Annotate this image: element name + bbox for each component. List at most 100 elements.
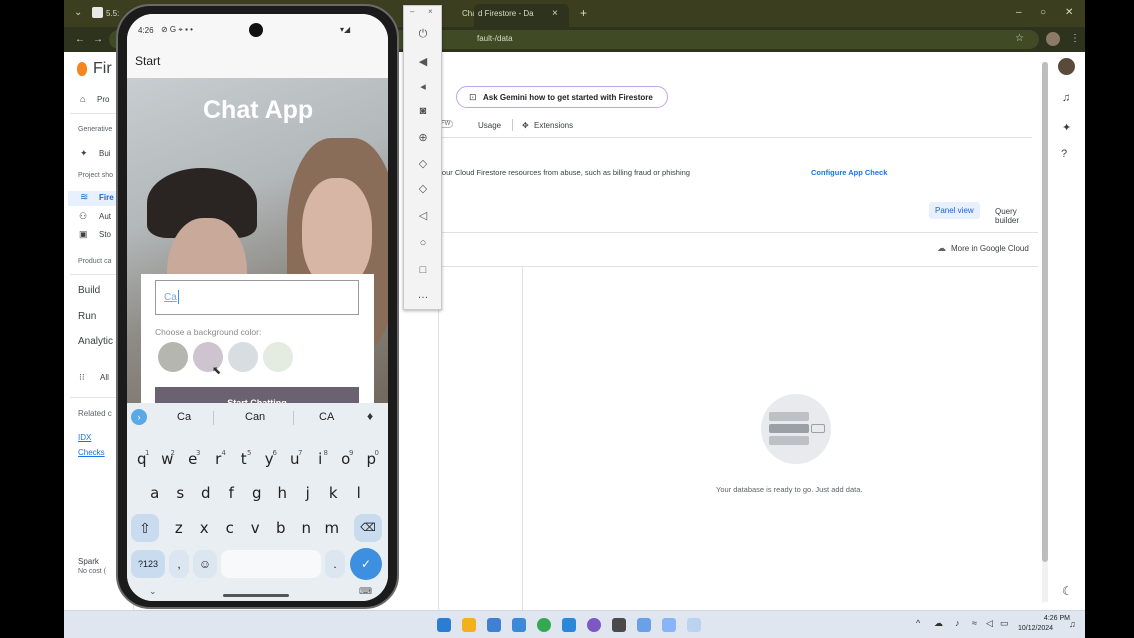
key-u[interactable]: u7 bbox=[283, 446, 307, 472]
notes-app-icon[interactable] bbox=[512, 618, 526, 632]
tab-extensions[interactable]: Extensions bbox=[534, 121, 573, 130]
scrollbar-track[interactable] bbox=[1042, 62, 1048, 602]
key-x[interactable]: x bbox=[193, 515, 217, 541]
home-icon[interactable]: ○ bbox=[414, 235, 432, 251]
key-v[interactable]: v bbox=[244, 515, 268, 541]
suggestion-2[interactable]: Can bbox=[245, 411, 265, 423]
suggestion-1[interactable]: Ca bbox=[177, 411, 191, 423]
enter-key[interactable]: ✓ bbox=[350, 548, 382, 580]
key-w[interactable]: w2 bbox=[156, 446, 180, 472]
volume-up-icon[interactable]: ◀ bbox=[414, 54, 432, 70]
overview-icon[interactable]: □ bbox=[414, 262, 432, 278]
terminal-icon[interactable] bbox=[612, 618, 626, 632]
wifi-icon[interactable]: ≈ bbox=[972, 618, 977, 628]
tab-close-icon[interactable]: × bbox=[552, 8, 558, 19]
chrome-icon[interactable] bbox=[537, 618, 551, 632]
key-j[interactable]: j bbox=[296, 480, 320, 506]
key-o[interactable]: o9 bbox=[334, 446, 358, 472]
name-input[interactable]: Ca bbox=[155, 280, 359, 315]
numbers-key[interactable]: ?123 bbox=[131, 550, 165, 578]
query-builder-button[interactable]: Query builder bbox=[995, 207, 1038, 225]
tab-left-title[interactable]: 5.5: bbox=[106, 9, 119, 18]
maximize-icon[interactable]: ○ bbox=[1040, 8, 1046, 18]
keyboard-switch-icon[interactable]: ⌨ bbox=[359, 586, 372, 597]
bookmark-star-icon[interactable]: ☆ bbox=[1015, 34, 1024, 44]
tab-search-icon[interactable]: ⌄ bbox=[74, 8, 82, 18]
gesture-nav-handle[interactable] bbox=[223, 594, 289, 597]
back-icon[interactable]: ◁ bbox=[414, 208, 432, 224]
configure-app-check-link[interactable]: Configure App Check bbox=[811, 168, 887, 177]
android-studio-icon[interactable] bbox=[637, 618, 651, 632]
period-key[interactable]: . bbox=[325, 550, 345, 578]
help-icon[interactable]: ? bbox=[1061, 148, 1067, 160]
speaker-icon[interactable]: ◁ bbox=[986, 618, 993, 629]
key-g[interactable]: g bbox=[245, 480, 269, 506]
key-a[interactable]: a bbox=[143, 480, 167, 506]
key-q[interactable]: q1 bbox=[130, 446, 154, 472]
key-b[interactable]: b bbox=[269, 515, 293, 541]
key-i[interactable]: i8 bbox=[309, 446, 333, 472]
backspace-key[interactable]: ⌫ bbox=[354, 514, 382, 542]
rotate-left-icon[interactable]: ◇ bbox=[414, 156, 432, 172]
key-e[interactable]: e3 bbox=[181, 446, 205, 472]
more-icon[interactable]: … bbox=[414, 287, 432, 303]
vscode-icon[interactable] bbox=[562, 618, 576, 632]
panel-view-button[interactable]: Panel view bbox=[929, 202, 980, 219]
space-key[interactable] bbox=[221, 550, 321, 578]
rotate-right-icon[interactable]: ◇ bbox=[414, 181, 432, 197]
clock-time[interactable]: 4:26 PM bbox=[1026, 615, 1070, 622]
camera-icon[interactable]: ◙ bbox=[414, 103, 432, 119]
dark-mode-icon[interactable]: ☾ bbox=[1062, 584, 1073, 598]
key-h[interactable]: h bbox=[271, 480, 295, 506]
clock-date[interactable]: 10/12/2024 bbox=[1018, 625, 1053, 632]
key-f[interactable]: f bbox=[220, 480, 244, 506]
key-c[interactable]: c bbox=[218, 515, 242, 541]
github-icon[interactable] bbox=[587, 618, 601, 632]
browser-menu-icon[interactable]: ⋮ bbox=[1070, 34, 1080, 44]
minimize-icon[interactable]: – bbox=[1016, 8, 1022, 18]
nav-category-build[interactable]: Build bbox=[78, 285, 100, 296]
nav-item-build-ai[interactable]: Bui bbox=[99, 149, 111, 158]
suggestion-3[interactable]: CA bbox=[319, 411, 334, 423]
nav-item-storage[interactable]: Sto bbox=[99, 230, 111, 239]
shift-key[interactable]: ⇧ bbox=[131, 514, 159, 542]
close-window-icon[interactable]: ✕ bbox=[1065, 8, 1073, 18]
account-avatar[interactable] bbox=[1058, 58, 1075, 75]
nav-item-project-overview[interactable]: Pro bbox=[97, 95, 109, 104]
tab-usage[interactable]: Usage bbox=[478, 121, 501, 130]
mic-icon[interactable]: ♪ bbox=[955, 618, 960, 628]
key-t[interactable]: t5 bbox=[232, 446, 256, 472]
nav-category-run[interactable]: Run bbox=[78, 311, 96, 322]
power-icon[interactable]: ⏻ bbox=[414, 26, 432, 42]
color-swatch-1[interactable] bbox=[158, 342, 188, 372]
nav-item-all-products[interactable]: All bbox=[100, 373, 109, 382]
comma-key[interactable]: , bbox=[169, 550, 189, 578]
color-swatch-4[interactable] bbox=[263, 342, 293, 372]
notifications-icon[interactable]: ♫ bbox=[1062, 92, 1070, 104]
nav-link-checks[interactable]: Checks bbox=[78, 448, 105, 457]
voice-input-icon[interactable]: ♦ bbox=[367, 409, 373, 423]
back-arrow-icon[interactable]: ← bbox=[75, 35, 85, 45]
key-z[interactable]: z bbox=[167, 515, 191, 541]
profile-avatar[interactable] bbox=[1046, 32, 1060, 46]
forward-arrow-icon[interactable]: → bbox=[93, 35, 103, 45]
key-p[interactable]: p0 bbox=[360, 446, 384, 472]
notification-bell-icon[interactable]: ♫ bbox=[1069, 619, 1076, 629]
cloud-sync-icon[interactable]: ☁ bbox=[934, 618, 943, 629]
taskbar-app-icon[interactable] bbox=[487, 618, 501, 632]
key-s[interactable]: s bbox=[169, 480, 193, 506]
key-l[interactable]: l bbox=[347, 480, 371, 506]
keyboard-expand-icon[interactable]: › bbox=[131, 409, 147, 425]
volume-down-icon[interactable]: ◂ bbox=[414, 79, 432, 95]
device-manager-icon[interactable] bbox=[687, 618, 701, 632]
emulator-close-icon[interactable]: × bbox=[428, 7, 433, 16]
zoom-icon[interactable]: ⊕ bbox=[414, 130, 432, 146]
key-k[interactable]: k bbox=[322, 480, 346, 506]
gemini-sparkle-icon[interactable]: ✦ bbox=[1062, 121, 1071, 134]
keyboard-hide-icon[interactable]: ⌄ bbox=[149, 586, 157, 597]
battery-icon[interactable]: ▭ bbox=[1000, 618, 1009, 629]
emulator-icon[interactable] bbox=[662, 618, 676, 632]
key-n[interactable]: n bbox=[295, 515, 319, 541]
start-menu-icon[interactable] bbox=[437, 618, 451, 632]
scrollbar-thumb[interactable] bbox=[1042, 62, 1048, 562]
